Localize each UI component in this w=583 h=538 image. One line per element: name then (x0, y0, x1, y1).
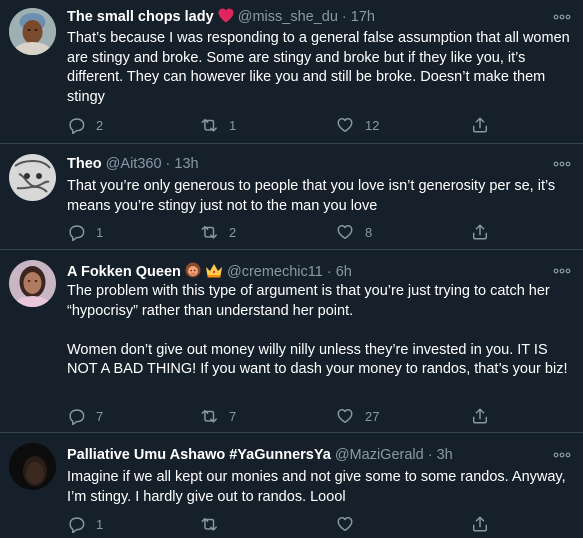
tweet-header: The small chops lady @miss_she_du · 17h (67, 8, 543, 28)
tweet-paragraph: Imagine if we all kept our monies and no… (67, 469, 566, 505)
retweet-button[interactable] (200, 514, 229, 534)
tweet-actions: 2 1 12 (67, 115, 497, 135)
reply-icon (69, 225, 85, 241)
separator-dot: · (165, 156, 171, 172)
like-button[interactable]: 27 (336, 406, 379, 426)
tweet-actions: 1 2 8 (67, 222, 497, 242)
retweet-icon (201, 517, 217, 531)
avatar[interactable] (9, 443, 56, 490)
like-icon (337, 516, 353, 532)
tweet-text: That you’re only generous to people that… (67, 177, 571, 216)
timestamp[interactable]: 6h (336, 264, 352, 280)
username-handle[interactable]: @cremechic11 (227, 264, 323, 280)
tweet-paragraph: That you’re only generous to people that… (67, 178, 556, 214)
share-icon (472, 516, 488, 532)
retweet-button[interactable]: 1 (200, 115, 236, 135)
reply-count: 7 (96, 408, 104, 424)
display-name[interactable]: Theo (67, 156, 102, 172)
retweet-icon (201, 409, 217, 423)
reply-count: 2 (96, 117, 104, 133)
tweet-header: Palliative Umu Ashawo #YaGunnersYa @Mazi… (67, 446, 543, 464)
tweet-header: A Fokken Queen @cremechic11 · 6h (67, 262, 543, 283)
tweet-paragraph: Women don’t give out money willy nilly u… (67, 341, 568, 378)
username-handle[interactable]: @miss_she_du (238, 9, 338, 25)
timestamp[interactable]: 3h (437, 447, 453, 463)
avatar-image (9, 154, 56, 201)
more-options-icon[interactable] (553, 450, 571, 460)
avatar[interactable] (9, 154, 56, 201)
tweet-paragraph: The problem with this type of argument i… (67, 283, 550, 319)
reply-button[interactable]: 1 (67, 514, 103, 534)
tweet-actions: 1 (67, 514, 497, 534)
like-icon (337, 224, 353, 240)
retweet-count: 7 (229, 408, 237, 424)
reply-button[interactable]: 7 (67, 406, 103, 426)
reply-icon (69, 517, 85, 533)
like-count: 12 (365, 117, 380, 133)
reply-icon (69, 409, 85, 425)
woman-emoji-icon (185, 262, 201, 283)
avatar-image (9, 8, 56, 55)
like-button[interactable] (336, 514, 365, 534)
retweet-button[interactable]: 2 (200, 222, 236, 242)
tweet[interactable]: Theo @Ait360 · 13h That you’re only gene… (0, 144, 583, 250)
separator-dot: · (341, 9, 347, 25)
avatar[interactable] (9, 260, 56, 307)
tweet-paragraph: That’s because I was responding to a gen… (67, 30, 570, 105)
retweet-button[interactable]: 7 (200, 406, 236, 426)
more-options-icon[interactable] (553, 266, 571, 276)
timestamp[interactable]: 17h (351, 9, 375, 25)
like-button[interactable]: 12 (336, 115, 379, 135)
like-count: 8 (365, 224, 373, 240)
retweet-count: 1 (229, 117, 237, 133)
display-name[interactable]: The small chops lady (67, 9, 214, 25)
heart-emoji-icon (218, 8, 234, 28)
tweet-actions: 7 7 27 (67, 406, 497, 426)
avatar-image (9, 443, 56, 490)
retweet-icon (201, 118, 217, 132)
timestamp[interactable]: 13h (174, 156, 198, 172)
tweet[interactable]: Palliative Umu Ashawo #YaGunnersYa @Mazi… (0, 433, 583, 538)
like-button[interactable]: 8 (336, 222, 372, 242)
share-button[interactable] (471, 115, 489, 135)
display-name[interactable]: Palliative Umu Ashawo #YaGunnersYa (67, 447, 331, 463)
tweet-text: That’s because I was responding to a gen… (67, 29, 571, 107)
more-options-icon[interactable] (553, 12, 571, 22)
retweet-icon (201, 225, 217, 239)
share-button[interactable] (471, 406, 489, 426)
separator-dot: · (326, 264, 332, 280)
timeline: The small chops lady @miss_she_du · 17h … (0, 0, 583, 538)
share-icon (472, 224, 488, 240)
separator-dot: · (427, 447, 433, 463)
tweet-header: Theo @Ait360 · 13h (67, 155, 543, 173)
share-icon (472, 117, 488, 133)
username-handle[interactable]: @MaziGerald (335, 447, 424, 463)
retweet-count: 2 (229, 224, 237, 240)
tweet-text: The problem with this type of argument i… (67, 282, 571, 380)
more-options-icon[interactable] (553, 159, 571, 169)
tweet-text: Imagine if we all kept our monies and no… (67, 468, 571, 507)
share-icon (472, 408, 488, 424)
like-icon (337, 117, 353, 133)
reply-count: 1 (96, 516, 104, 532)
crown-emoji-icon (205, 263, 223, 283)
username-handle[interactable]: @Ait360 (106, 156, 162, 172)
reply-button[interactable]: 1 (67, 222, 103, 242)
like-icon (337, 408, 353, 424)
reply-icon (69, 118, 85, 134)
share-button[interactable] (471, 514, 489, 534)
avatar-image (9, 260, 56, 307)
avatar[interactable] (9, 8, 56, 55)
reply-button[interactable]: 2 (67, 115, 103, 135)
like-count: 27 (365, 408, 380, 424)
reply-count: 1 (96, 224, 104, 240)
display-name[interactable]: A Fokken Queen (67, 264, 181, 280)
share-button[interactable] (471, 222, 489, 242)
tweet[interactable]: A Fokken Queen @cremechic11 · 6h The pro… (0, 250, 583, 433)
tweet[interactable]: The small chops lady @miss_she_du · 17h … (0, 0, 583, 144)
